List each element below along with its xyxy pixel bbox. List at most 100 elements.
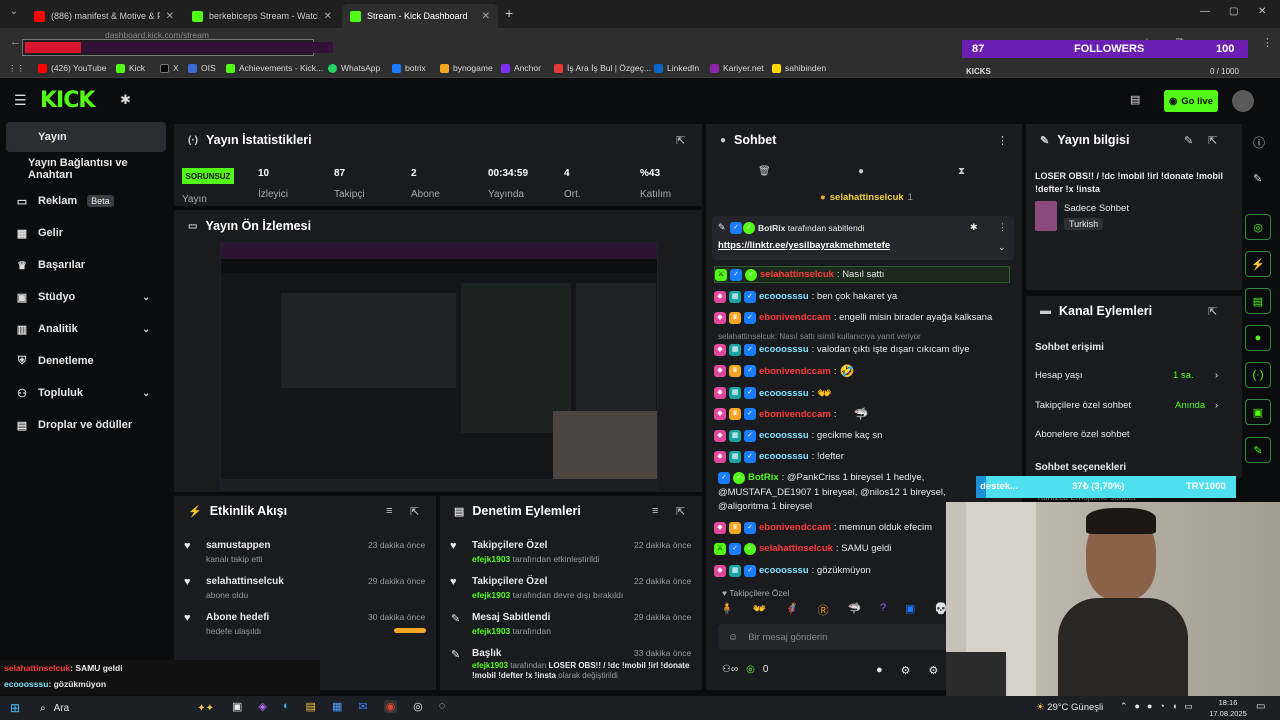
outlook-icon[interactable]: ✉ (358, 700, 367, 713)
preview-video[interactable] (220, 242, 658, 490)
chat-username[interactable]: BotRix (748, 471, 779, 486)
chat-menu-icon[interactable]: ⋮ (997, 134, 1008, 147)
close-icon[interactable]: ✕ (324, 11, 332, 22)
emote-button[interactable]: ▣ (905, 602, 915, 618)
trash-icon[interactable]: 🗑 (758, 166, 771, 177)
task-view-icon[interactable]: ▣ (232, 700, 242, 713)
close-icon[interactable]: ✕ (166, 11, 174, 22)
discord-icon[interactable]: ● (1135, 701, 1140, 712)
pin-action-icon[interactable]: ✱ (970, 222, 978, 233)
apps-icon[interactable]: ⋮⋮ (8, 60, 25, 76)
emoji-icon[interactable]: ☺ (728, 632, 738, 643)
emote-button[interactable]: 🦸 (785, 602, 799, 618)
category-name[interactable]: Sadece Sohbet (1064, 203, 1129, 214)
rail-button-wrench[interactable]: ✎ (1245, 437, 1271, 463)
chat-username[interactable]: ecooosssu (759, 388, 809, 399)
bookmark-whatsapp[interactable]: WhatsApp (328, 60, 380, 76)
mic-icon[interactable]: ● (1147, 701, 1152, 712)
obs-icon[interactable]: ◎ (413, 700, 423, 713)
chat-username[interactable]: ebonivendccam (759, 312, 831, 323)
chrome-icon[interactable]: ◉ (383, 700, 398, 713)
sidebar-item-droplar[interactable]: ▤ Droplar ve ödüller (6, 410, 166, 440)
layout-icon[interactable]: ▤ (1130, 93, 1140, 106)
bookmark-botrix[interactable]: botrix (392, 60, 426, 76)
bookmark-kick[interactable]: Kick (116, 60, 145, 76)
rail-button-signal[interactable]: (·) (1245, 362, 1271, 388)
bookmark-anchor[interactable]: Anchor (501, 60, 541, 76)
expand-icon[interactable]: ⇱ (676, 505, 685, 518)
chat-username[interactable]: selahattinselcuk (759, 543, 833, 554)
taskbar-search[interactable]: ⌕ Ara ✦✦ (34, 698, 214, 718)
notifications-icon[interactable]: ▭ (1256, 701, 1265, 712)
bookmark-kariyer[interactable]: Kariyer.net (710, 60, 764, 76)
points-icon[interactable]: ⚇∞ (722, 664, 738, 675)
expand-icon[interactable]: ⇱ (410, 505, 419, 518)
maximize-button[interactable]: ▢ (1229, 6, 1238, 17)
emote-button[interactable]: ? (880, 602, 886, 618)
weather-widget[interactable]: ☀ 29°C Güneşli (1036, 702, 1103, 713)
rail-button-chat[interactable]: ● (1245, 325, 1271, 351)
gear-icon[interactable]: ⚙ (929, 664, 939, 677)
go-live-button[interactable]: ◉ Go live (1164, 90, 1218, 112)
explorer-icon[interactable]: ▤ (306, 700, 316, 713)
setting-account-age[interactable]: Hesap yaşı 1 sa. › (1035, 370, 1223, 381)
rail-button-layout[interactable]: ▣ (1245, 399, 1271, 425)
chat-username[interactable]: ecooosssu (759, 344, 809, 355)
emote-button[interactable]: 👐 (753, 602, 767, 618)
bookmark-linkedin[interactable]: LinkedIn (654, 60, 699, 76)
store-icon[interactable]: ▦ (332, 700, 342, 713)
hamburger-icon[interactable]: ☰ (14, 92, 27, 109)
sidebar-item-reklam[interactable]: ▭ Reklam Beta (6, 186, 166, 216)
pinned-link[interactable]: https://linktr.ee/yesilbayrakmehmetefe (718, 240, 890, 251)
gear-icon[interactable]: ⚙ (901, 664, 911, 677)
windows-start-icon[interactable]: ⊞ (10, 701, 20, 715)
emote-button[interactable]: Ⓡ (818, 602, 829, 618)
clock[interactable]: 18:16 17.08.2025 (1208, 697, 1248, 719)
sidebar-item-analitik[interactable]: ▥ Analitik ⌄ (6, 314, 166, 344)
bookmark-isara[interactable]: İş Ara İş Bul | Özgeç... (554, 60, 651, 76)
menu-icon[interactable]: ⋮ (1262, 36, 1273, 49)
wifi-icon[interactable]: ◔ (1159, 701, 1164, 712)
rail-button-document[interactable]: ▤ (1245, 288, 1271, 314)
pin-icon[interactable]: ✱ (120, 92, 131, 108)
back-icon[interactable]: ← (10, 36, 21, 48)
sidebar-item-yayin[interactable]: Yayın (6, 122, 166, 152)
chat-username[interactable]: ebonivendccam (759, 366, 831, 377)
info-icon[interactable]: ⓘ (1253, 134, 1265, 151)
chat-username[interactable]: ebonivendccam (759, 409, 831, 420)
close-window-button[interactable]: ✕ (1258, 6, 1266, 17)
volume-icon[interactable]: ◖ (1172, 701, 1177, 712)
sidebar-item-studyo[interactable]: ▣ Stüdyo ⌄ (6, 282, 166, 312)
bookmark-sahibinden[interactable]: sahibinden (772, 60, 826, 76)
url-field[interactable]: dashboard.kick.com/stream (22, 30, 333, 56)
bookmark-x[interactable]: X (160, 60, 179, 76)
tab-search-button[interactable]: ⌄ (6, 6, 22, 22)
tab-berkebiceps[interactable]: berkebiceps Stream - Watch Li... ✕ (184, 4, 340, 28)
bookmark-bynogame[interactable]: bynogame (440, 60, 493, 76)
sidebar-item-baglanti[interactable]: Yayın Bağlantısı ve Anahtarı (6, 154, 166, 184)
emote-button[interactable]: 🦈 (847, 602, 861, 618)
battery-icon[interactable]: ▭ (1184, 701, 1193, 712)
avatar[interactable] (1232, 90, 1254, 112)
bookmark-achievements[interactable]: Achievements - Kick... (226, 60, 323, 76)
sidebar-item-basarilar[interactable]: ♛ Başarılar (6, 250, 166, 280)
tab-youtube[interactable]: (886) manifest & Motive & Pa... ✕ (26, 4, 182, 28)
chat-username[interactable]: ecooosssu (759, 451, 809, 462)
sidebar-item-gelir[interactable]: ▦ Gelir (6, 218, 166, 248)
sidebar-item-topluluk[interactable]: ⚇ Topluluk ⌄ (6, 378, 166, 408)
filter-icon[interactable]: ≡ (652, 505, 658, 517)
chat-username[interactable]: ecooosssu (759, 291, 809, 302)
chat-mode-icon[interactable]: ● (858, 166, 864, 177)
hourglass-icon[interactable]: ⧗ (958, 166, 965, 177)
new-tab-button[interactable]: + (505, 5, 513, 21)
chevron-up-icon[interactable]: ⌃ (1120, 701, 1128, 712)
bookmark-youtube[interactable]: (426) YouTube (38, 60, 106, 76)
rail-button-lightning[interactable]: ⚡ (1245, 251, 1271, 277)
rail-button-camera[interactable]: ◎ (1245, 214, 1271, 240)
expand-icon[interactable]: ⇱ (1208, 305, 1217, 318)
app-icon[interactable]: ◌ (439, 700, 446, 713)
bookmark-ois[interactable]: OIS (188, 60, 216, 76)
chevron-down-icon[interactable]: ⌄ (998, 242, 1006, 253)
setting-subscribers-only[interactable]: Abonelere özel sohbet (1035, 429, 1223, 440)
filter-icon[interactable]: ≡ (386, 505, 392, 517)
